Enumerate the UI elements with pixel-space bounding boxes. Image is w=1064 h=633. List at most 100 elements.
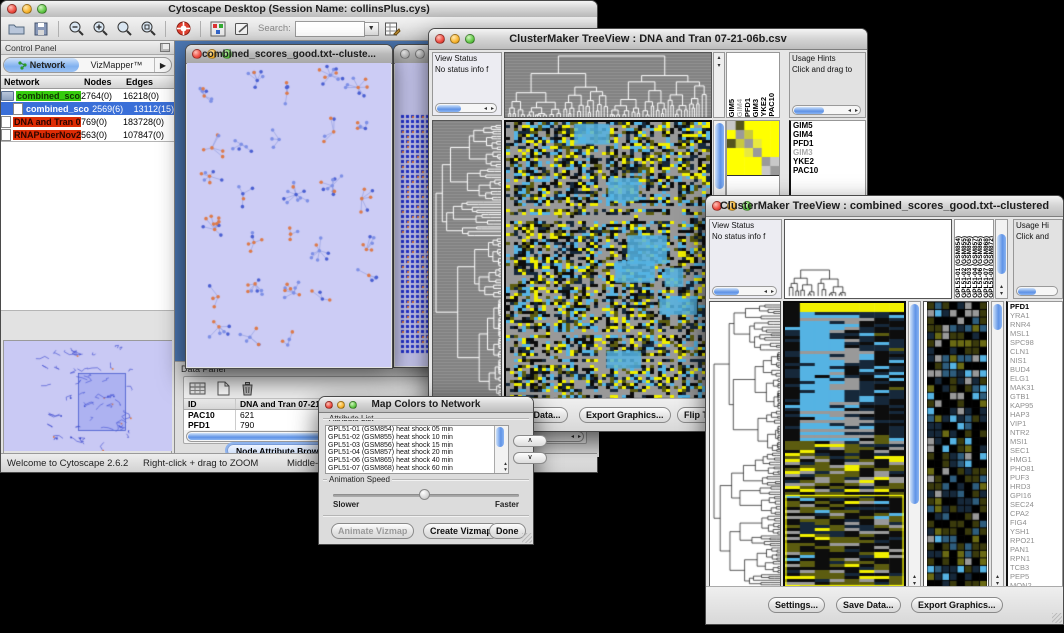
gene-label[interactable]: YRA1 (1010, 311, 1062, 320)
gene-label[interactable]: FIG4 (1010, 518, 1062, 527)
tv1-row-label[interactable]: YKE2 (793, 157, 865, 166)
export-graphics-button[interactable]: Export Graphics... (911, 597, 1003, 613)
gene-label[interactable]: HMG1 (1010, 455, 1062, 464)
tv2-status-hscrollbar[interactable]: ◂ ▸ (712, 286, 777, 296)
create-attribute-icon[interactable] (214, 379, 232, 397)
save-icon[interactable] (31, 19, 51, 38)
gene-label[interactable]: SPC98 (1010, 338, 1062, 347)
tv2-usage-hscrollbar[interactable] (1016, 286, 1058, 296)
scroll-right-arrow[interactable]: ▸ (855, 107, 858, 114)
scrollbar-thumb[interactable] (993, 304, 1002, 330)
table-edit-icon[interactable] (383, 19, 403, 38)
main-titlebar[interactable]: Cytoscape Desktop (Session Name: collins… (1, 1, 597, 18)
move-down-button[interactable]: ∨ (513, 452, 547, 464)
scroll-right-arrow[interactable]: ▸ (578, 433, 581, 440)
network-view-titlebar[interactable]: combined_scores_good.txt--cluste... (186, 45, 392, 64)
gene-label[interactable]: ELG1 (1010, 374, 1062, 383)
resize-grip[interactable] (522, 533, 532, 543)
scroll-arrows[interactable]: ▴▾ (497, 461, 509, 473)
scroll-right-arrow[interactable]: ▸ (491, 105, 494, 112)
attribute-list[interactable]: GPL51-01 (GSM854) heat shock 05 minGPL51… (325, 425, 509, 474)
scroll-left-arrow[interactable]: ◂ (484, 105, 487, 112)
delete-attribute-icon[interactable] (238, 379, 256, 397)
tv1-dendro-scroll-arrows[interactable]: ▴ ▾ (713, 52, 725, 118)
zoom-icon[interactable] (465, 34, 475, 44)
tab-network[interactable]: Network (4, 58, 79, 72)
gene-label[interactable]: MAK31 (1010, 383, 1062, 392)
search-dropdown-icon[interactable]: ▼ (365, 22, 379, 36)
attribute-item[interactable]: GPL51-02 (GSM855) heat shock 10 min (326, 434, 508, 442)
attribute-item[interactable]: GPL51-03 (GSM856) heat shock 15 min (326, 442, 508, 450)
tv1-row-label[interactable]: GIM4 (793, 130, 865, 139)
scrollbar-thumb[interactable] (496, 427, 504, 447)
tv2-heatmap[interactable] (783, 301, 906, 589)
scrollbar-thumb[interactable] (714, 288, 739, 295)
scrollbar-thumb[interactable] (437, 105, 461, 112)
tv1-heatmap[interactable] (504, 120, 712, 401)
scrollbar-thumb[interactable] (794, 107, 824, 114)
scroll-left-arrow[interactable]: ◂ (764, 288, 767, 295)
create-vizmap-button[interactable]: Create Vizmap (423, 523, 499, 539)
gene-label[interactable]: GPI16 (1010, 491, 1062, 500)
zoom-selected-icon[interactable] (138, 19, 158, 38)
zoom-icon[interactable] (222, 49, 232, 59)
scroll-up-arrow[interactable]: ▴ (714, 55, 724, 62)
gene-label[interactable]: VIP1 (1010, 419, 1062, 428)
scrollbar-thumb[interactable] (715, 123, 724, 189)
gene-label[interactable]: PFD1 (1010, 302, 1062, 311)
gene-label[interactable]: SEC1 (1010, 446, 1062, 455)
zoom-icon[interactable] (349, 401, 357, 409)
col-nodes[interactable]: Nodes (81, 77, 123, 87)
annotation-icon[interactable] (232, 19, 252, 38)
tv1-row-label[interactable]: PAC10 (793, 166, 865, 175)
tv2-titlebar[interactable]: ClusterMaker TreeView : combined_scores_… (706, 196, 1063, 217)
help-ring-icon[interactable] (173, 19, 193, 38)
attribute-item[interactable]: GPL51-06 (GSM865) heat shock 40 min (326, 457, 508, 465)
gene-label[interactable]: PUF3 (1010, 473, 1062, 482)
tab-vizmapper[interactable]: VizMapper™ (79, 58, 154, 72)
minimize-icon[interactable] (22, 4, 32, 14)
col-id[interactable]: ID (184, 399, 236, 409)
close-icon[interactable] (712, 201, 722, 211)
scrollbar-thumb[interactable] (910, 304, 919, 504)
export-graphics-button[interactable]: Export Graphics... (579, 407, 671, 423)
slider-thumb[interactable] (419, 489, 430, 500)
tv2-zoom-heatmap[interactable] (923, 301, 989, 589)
zoom-fit-icon[interactable] (114, 19, 134, 38)
network-table-row[interactable]: combined_scores2764(0)16218(0) (1, 89, 174, 102)
network-table-row[interactable]: combined_sco2569(6)13112(15) (1, 102, 174, 115)
tv1-row-label[interactable]: GIM5 (793, 121, 865, 130)
gene-label[interactable]: NIS1 (1010, 356, 1062, 365)
scroll-down-arrow[interactable]: ▾ (714, 63, 724, 70)
gene-label[interactable]: CLN1 (1010, 347, 1062, 356)
gene-label[interactable]: RNR4 (1010, 320, 1062, 329)
attribute-item[interactable]: GPL51-07 (GSM868) heat shock 60 min (326, 465, 508, 473)
tv2-collabel-vscrollbar[interactable]: ▴▾ (995, 219, 1008, 299)
gene-label[interactable]: HRD3 (1010, 482, 1062, 491)
gene-label[interactable]: NTR2 (1010, 428, 1062, 437)
tv1-row-dendrogram[interactable] (432, 120, 502, 401)
scroll-left-arrow[interactable]: ◂ (848, 107, 851, 114)
tv1-titlebar[interactable]: ClusterMaker TreeView : DNA and Tran 07-… (429, 29, 867, 50)
close-icon[interactable] (325, 401, 333, 409)
gene-label[interactable]: YSH1 (1010, 527, 1062, 536)
attribute-item[interactable]: GPL51-01 (GSM854) heat shock 05 min (326, 426, 508, 434)
tv1-column-dendrogram[interactable] (504, 52, 712, 118)
gene-label[interactable]: HAP3 (1010, 410, 1062, 419)
gene-label[interactable]: PEP5 (1010, 572, 1062, 581)
tv2-row-dendrogram[interactable] (709, 301, 781, 589)
open-folder-icon[interactable] (7, 19, 27, 38)
select-attributes-icon[interactable] (188, 379, 208, 397)
attribute-item[interactable]: GPL51-04 (GSM857) heat shock 20 min (326, 449, 508, 457)
minimize-icon[interactable] (450, 34, 460, 44)
network-tree-empty-area[interactable] (1, 141, 174, 311)
resize-grip[interactable] (1052, 613, 1062, 623)
gene-label[interactable]: MSL1 (1010, 329, 1062, 338)
minimize-icon[interactable] (207, 49, 217, 59)
zoom-in-icon[interactable] (90, 19, 110, 38)
network-table-header[interactable]: Network Nodes Edges (1, 76, 174, 89)
gene-label[interactable]: PHO81 (1010, 464, 1062, 473)
minimize-icon[interactable] (415, 49, 425, 59)
scroll-right-arrow[interactable]: ▸ (771, 288, 774, 295)
done-button[interactable]: Done (489, 523, 526, 539)
